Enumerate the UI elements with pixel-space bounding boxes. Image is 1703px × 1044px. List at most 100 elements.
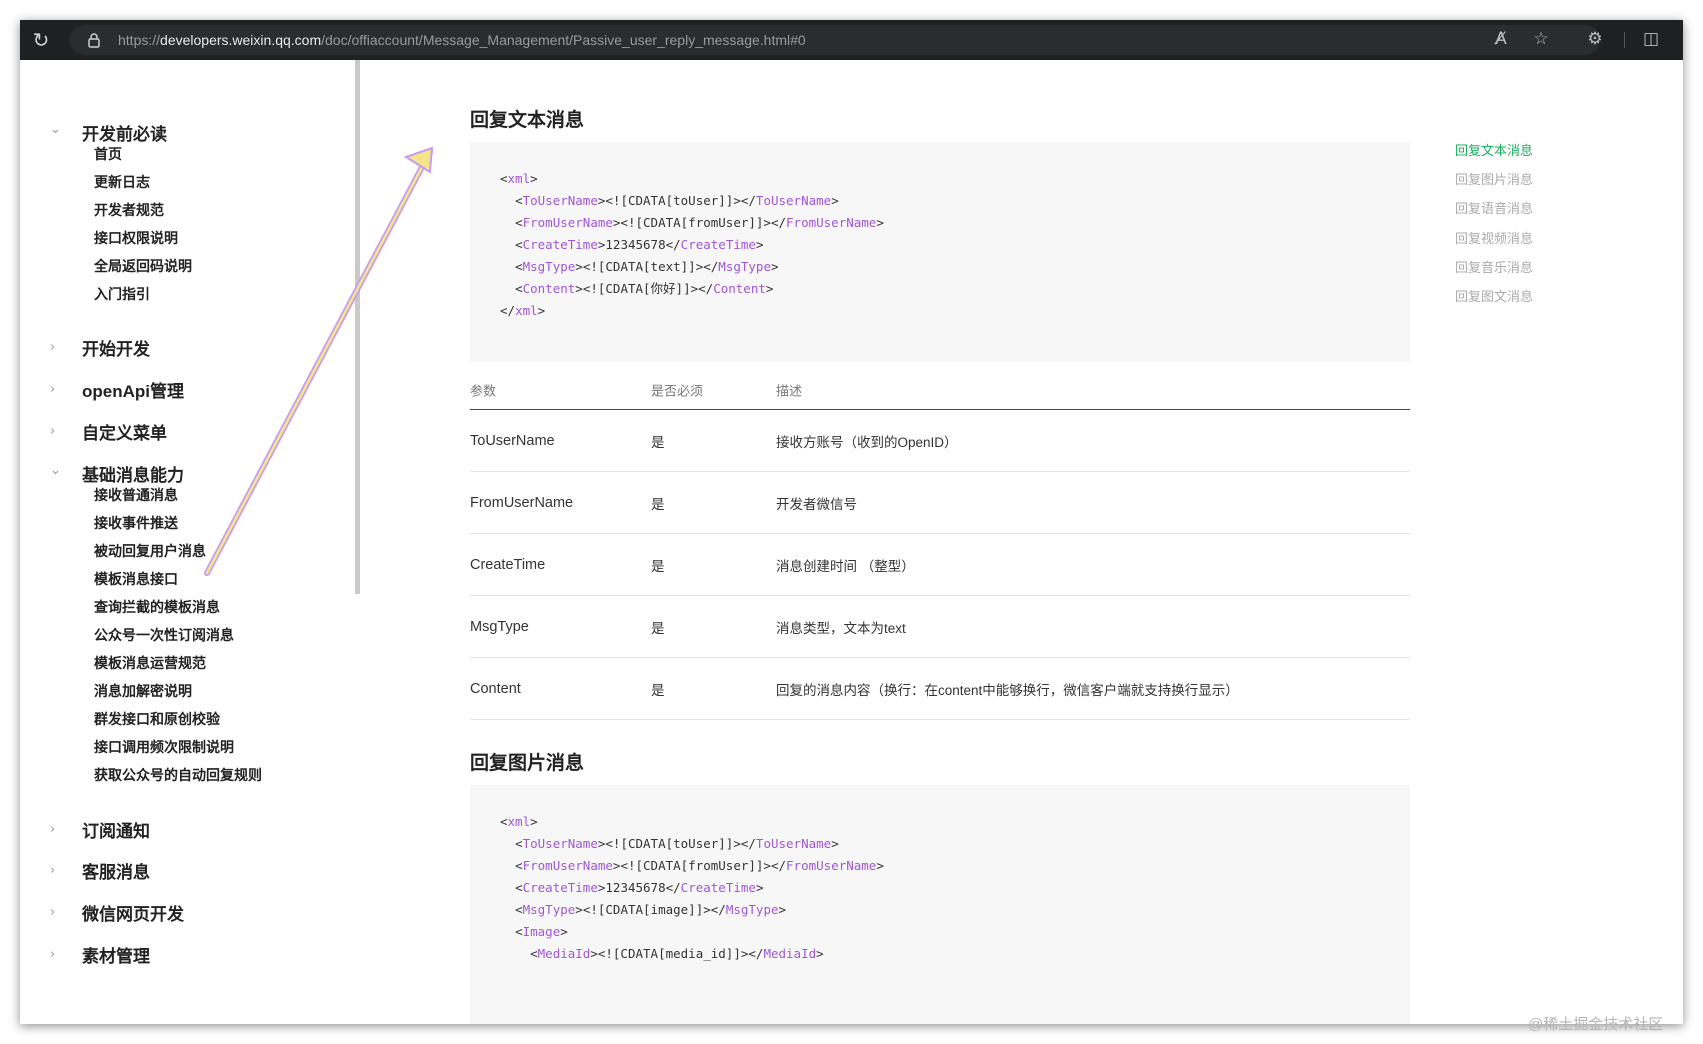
toc-item[interactable]: 回复图片消息 [1455, 169, 1533, 188]
url-text: https://developers.weixin.qq.com/doc/off… [118, 32, 806, 48]
xml-tag-name: Content [522, 281, 576, 296]
sidebar-section[interactable]: ⌄ 基础消息能力 [50, 459, 184, 487]
sidebar-item[interactable]: 公众号一次性订阅消息 [94, 625, 234, 645]
chevron-down-icon: ⌄ [50, 462, 61, 478]
sidebar-section[interactable]: › 微信网页开发 [50, 898, 184, 926]
table-cell: 接收方账号（收到的OpenID） [776, 434, 958, 450]
sidebar-item[interactable]: 群发接口和原创校验 [94, 709, 220, 729]
xml-tag-name: ToUserName [755, 193, 832, 208]
toc-item[interactable]: 回复音乐消息 [1455, 257, 1533, 276]
sidebar-section[interactable]: › 素材管理 [50, 940, 150, 968]
xml-value: <![CDATA[text]]> [582, 259, 704, 274]
sidebar-section-label: 开发前必读 [82, 124, 167, 144]
split-screen-icon[interactable]: ◫ [1638, 25, 1664, 53]
page-viewport: ⌄ 开发前必读 › 开始开发 › openApi管理 › 自定义菜单 ⌄ 基础消息能力 › 订阅通知 ›… [20, 60, 1683, 1024]
code-line: <ToUserName><![CDATA[toUser]]></ToUserNa… [515, 836, 839, 851]
xml-tag-name: CreateTime [522, 880, 598, 895]
xml-value: <![CDATA[toUser]]> [605, 836, 741, 851]
read-aloud-icon[interactable]: A̸ [1488, 25, 1514, 53]
table-cell: CreateTime [470, 556, 546, 573]
sidebar-section[interactable]: › openApi管理 [50, 375, 184, 403]
sidebar-item[interactable]: 获取公众号的自动回复规则 [94, 765, 262, 785]
toc-item[interactable]: 回复语音消息 [1455, 198, 1533, 217]
table-cell: ToUserName [470, 432, 555, 449]
sidebar-item[interactable]: 查询拦截的模板消息 [94, 597, 220, 617]
xml-tag-name: ToUserName [522, 836, 598, 851]
table-row: FromUserName 是 开发者微信号 [470, 472, 1410, 534]
xml-value: <![CDATA[toUser]]> [605, 193, 741, 208]
sidebar-item[interactable]: 全局返回码说明 [94, 256, 192, 276]
params-table: 参数 是否必须 描述 ToUserName 是 接收方账号（收到的OpenID） Fr… [470, 370, 1410, 720]
sidebar-item[interactable]: 接口权限说明 [94, 228, 178, 248]
code-line: <FromUserName><![CDATA[fromUser]]></From… [515, 215, 884, 230]
sidebar-section[interactable]: › 订阅通知 [50, 815, 150, 843]
xml-tag-name: xml [507, 814, 531, 829]
address-bar[interactable]: https://developers.weixin.qq.com/doc/off… [70, 25, 1600, 55]
sidebar-item[interactable]: 接收事件推送 [94, 513, 178, 533]
chevron-right-icon: › [50, 862, 56, 878]
sidebar-section[interactable]: › 客服消息 [50, 856, 150, 884]
toc-item[interactable]: 回复视频消息 [1455, 228, 1533, 247]
table-cell: Content [470, 680, 521, 697]
sidebar-section-label: 微信网页开发 [82, 904, 184, 924]
sidebar-item[interactable]: 入门指引 [94, 284, 150, 304]
chevron-right-icon: › [50, 821, 56, 837]
favorite-star-icon[interactable]: ☆ [1528, 25, 1554, 53]
code-line: <xml> [500, 171, 538, 186]
xml-value: <![CDATA[image]]> [582, 902, 711, 917]
extensions-icon[interactable]: ⚙ [1582, 25, 1608, 53]
sidebar-item[interactable]: 开发者规范 [94, 200, 164, 220]
sidebar-item[interactable]: 消息加解密说明 [94, 681, 192, 701]
sidebar-section[interactable]: › 开始开发 [50, 333, 150, 361]
sidebar-section[interactable]: › 自定义菜单 [50, 417, 167, 445]
chevron-down-icon: ⌄ [50, 121, 61, 137]
chevron-right-icon: › [50, 339, 56, 355]
xml-value: <![CDATA[你好]]> [582, 281, 699, 296]
code-line: <CreateTime>12345678</CreateTime> [515, 880, 764, 895]
xml-tag-name: ToUserName [755, 836, 832, 851]
refresh-icon[interactable]: ↻ [28, 27, 54, 53]
url-host: developers.weixin.qq.com [160, 32, 322, 48]
toc-item[interactable]: 回复图文消息 [1455, 286, 1533, 305]
xml-value: <![CDATA[fromUser]]> [620, 858, 771, 873]
code-block-image: <xml> <ToUserName><![CDATA[toUser]]></To… [470, 785, 1410, 1024]
sidebar-item[interactable]: 被动回复用户消息 [94, 541, 206, 561]
xml-tag-name: MediaId [537, 946, 591, 961]
sidebar-item[interactable]: 接口调用频次限制说明 [94, 737, 234, 757]
sidebar-item[interactable]: 首页 [94, 144, 122, 164]
sidebar-section-label: 开始开发 [82, 339, 150, 359]
table-header: 参数 是否必须 描述 [470, 370, 1410, 410]
sidebar-section[interactable]: ⌄ 开发前必读 [50, 118, 167, 146]
xml-tag-name: MediaId [763, 946, 817, 961]
code-line: <xml> [500, 814, 538, 829]
xml-tag-name: MsgType [522, 259, 576, 274]
code-line: <Image> [515, 924, 568, 939]
sidebar-item[interactable]: 模板消息运营规范 [94, 653, 206, 673]
browser-window: ↻ https://developers.weixin.qq.com/doc/o… [20, 20, 1683, 1024]
browser-toolbar: ↻ https://developers.weixin.qq.com/doc/o… [20, 20, 1683, 60]
sidebar-item[interactable]: 接收普通消息 [94, 485, 178, 505]
sidebar-section-label: 基础消息能力 [82, 465, 184, 485]
chevron-right-icon: › [50, 423, 56, 439]
chevron-right-icon: › [50, 381, 56, 397]
table-cell: MsgType [470, 618, 529, 635]
xml-tag-name: Image [522, 924, 561, 939]
code-line: <MsgType><![CDATA[image]]></MsgType> [515, 902, 787, 917]
xml-tag-name: Content [713, 281, 766, 296]
sidebar-item[interactable]: 模板消息接口 [94, 569, 178, 589]
toc-item[interactable]: 回复文本消息 [1455, 140, 1533, 159]
table-cell: 是 [651, 620, 665, 636]
xml-value: <![CDATA[fromUser]]> [620, 215, 771, 230]
sidebar-item[interactable]: 更新日志 [94, 172, 150, 192]
code-line: <Content><![CDATA[你好]]></Content> [515, 281, 774, 296]
table-row: MsgType 是 消息类型，文本为text [470, 596, 1410, 658]
xml-tag-name: FromUserName [522, 858, 613, 873]
xml-tag-name: FromUserName [522, 215, 613, 230]
xml-tag-name: MsgType [522, 902, 576, 917]
xml-tag-name: FromUserName [786, 858, 877, 873]
xml-tag-name: xml [507, 171, 531, 186]
xml-tag-name: CreateTime [522, 237, 598, 252]
xml-tag-name: xml [515, 303, 538, 318]
sidebar-section-label: openApi管理 [82, 381, 184, 401]
sidebar-section-label: 客服消息 [82, 862, 150, 882]
